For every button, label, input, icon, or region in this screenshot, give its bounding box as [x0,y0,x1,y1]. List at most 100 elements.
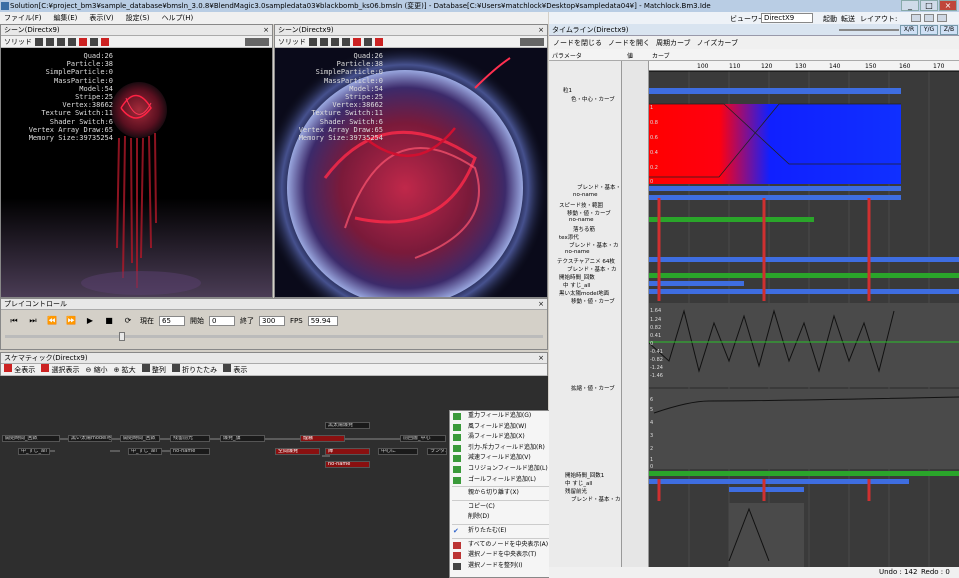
track-bar[interactable] [649,88,901,94]
time-slider[interactable] [5,335,543,338]
close-nodes-button[interactable]: ノードを閉じる [553,38,602,48]
film-icon[interactable] [90,37,98,46]
stop-icon[interactable]: ■ [102,315,116,327]
tree-item[interactable]: 粒1 [563,86,572,94]
schematic-node[interactable]: 陣 [325,448,370,455]
noise-curve-button[interactable]: ノイズカーブ [697,38,738,48]
fps-select[interactable]: 59.94 [307,316,338,326]
show-all-button[interactable]: 全表示 [4,364,35,375]
schematic-node[interactable]: 中_すじ_all [18,448,50,455]
layout-button-3[interactable] [937,14,947,22]
open-nodes-button[interactable]: ノードを開く [608,38,650,48]
tree-item[interactable]: 落ちる筋 [573,225,595,233]
step-forward-icon[interactable]: ⏩ [64,315,78,327]
tree-item[interactable]: 移動・値・カーブ [567,209,611,217]
track-bar[interactable] [649,289,959,294]
loop-icon[interactable]: ⟳ [121,315,135,327]
tree-item[interactable]: ブレンド・基本・カ [569,241,619,249]
grid-icon[interactable] [35,37,43,46]
record-icon[interactable] [79,37,87,46]
start-frame-input[interactable]: 0 [209,316,235,326]
color-icon[interactable] [101,37,109,46]
layout-button-2[interactable] [924,14,934,22]
menu-edit[interactable]: 編集(E) [54,13,78,23]
tree-item[interactable]: no-name [573,192,598,198]
minimize-button[interactable]: _ [901,0,919,11]
schematic-node[interactable]: 中_すじ_all [128,448,162,455]
timeline-graph[interactable]: 100 110 120 130 140 150 160 170 1 0.8 0.… [649,61,959,567]
render-mode-select[interactable]: ソリッド [278,37,306,47]
menu-help[interactable]: ヘルプ(H) [162,13,194,23]
render-mode-select[interactable]: ソリッド [4,37,32,47]
color-curve[interactable] [649,104,901,184]
zb-button[interactable]: Z/B [940,25,958,35]
start-button[interactable]: 起動 [823,14,837,24]
clock-icon[interactable] [342,37,350,46]
tree-item[interactable]: 拡縮・値・カーブ [571,384,615,392]
schematic-node[interactable]: ランダム [427,448,447,455]
tree-item[interactable]: ブレンド・基本・カ [567,265,617,273]
close-icon[interactable]: × [263,25,269,36]
yg-button[interactable]: Y/G [920,25,938,35]
schematic-node[interactable]: 黒い太陽model地面 [68,435,112,442]
schematic-node[interactable]: 開始時間_回数 [120,435,160,442]
menu-settings[interactable]: 設定(S) [126,13,150,23]
last-frame-icon[interactable]: ⏭ [26,315,40,327]
bg-color-select[interactable] [245,37,269,46]
tree-item[interactable]: no-name [569,217,594,223]
viewport-right[interactable]: Quad:26 Particle:38 SimpleParticle:0 Mas… [275,48,547,297]
schematic-node[interactable]: 黒太陽爆発 [325,422,370,429]
tree-item[interactable]: 開始時間_回数 [559,273,595,281]
tree-item[interactable]: 移動・値・カーブ [571,297,615,305]
menu-view[interactable]: 表示(V) [89,13,113,23]
schematic-node[interactable]: 残留前光 [170,435,210,442]
light-icon[interactable] [57,37,65,46]
schematic-node[interactable]: 爆発_旗 [220,435,265,442]
viewport-left[interactable]: Quad:26 Particle:38 SimpleParticle:0 Mas… [1,48,272,297]
zoom-out-button[interactable]: ⊖ 縮小 [85,365,107,375]
tree-item[interactable]: 黒い太陽model地面 [559,289,609,297]
camera-icon[interactable] [46,37,54,46]
current-frame-input[interactable]: 65 [159,316,185,326]
color-icon[interactable] [375,37,383,46]
record-icon[interactable] [353,37,361,46]
xr-button[interactable]: X/R [900,25,918,35]
zoom-in-button[interactable]: ⊕ 拡大 [114,365,136,375]
tree-item[interactable]: スピード技・範囲 [559,201,603,209]
track-bar[interactable] [649,273,959,278]
first-frame-icon[interactable]: ⏮ [7,315,21,327]
tree-item[interactable]: 開始時間_回数1 [565,471,604,479]
align-button[interactable]: 整列 [141,364,166,375]
param-tree[interactable]: 粒1 色・中心・カーブ ブレンド・基本・ no-name スピード技・範囲 移動… [549,61,622,567]
tree-item[interactable]: tex添代 [559,233,579,241]
close-icon[interactable]: × [538,299,544,310]
maximize-button[interactable]: □ [920,0,938,11]
tree-item[interactable]: 中 すじ_all [563,281,590,289]
menu-file[interactable]: ファイル(F) [4,13,42,23]
layout-button-1[interactable] [911,14,921,22]
schematic-node[interactable]: no-name [170,448,210,455]
schematic-node[interactable]: 煙霧 [300,435,345,442]
tree-item[interactable]: 残留前光 [565,487,587,495]
tree-item[interactable]: テクスチャアニメ 64枚 [557,257,615,265]
transfer-button[interactable]: 転送 [841,14,855,24]
schematic-node[interactable]: 空間爆発 [275,448,320,455]
tree-item[interactable]: ブレンド・基本・カーブ [571,495,621,503]
track-bar[interactable] [649,186,901,191]
tree-item[interactable]: 色・中心・カーブ [571,95,615,103]
show-selected-button[interactable]: 選択表示 [41,364,79,375]
tree-item[interactable]: ブレンド・基本・ [577,183,621,191]
close-button[interactable]: × [939,0,957,11]
bg-color-select[interactable] [520,37,544,46]
renderer-select[interactable]: DirectX9 [761,13,813,23]
light-icon[interactable] [331,37,339,46]
schematic-node[interactable]: 開始時間_回数 [2,435,60,442]
display-button[interactable]: 表示 [223,364,247,375]
time-slider-thumb[interactable] [119,332,125,341]
end-frame-input[interactable]: 300 [259,316,285,326]
step-back-icon[interactable]: ⏪ [45,315,59,327]
collapse-button[interactable]: 折りたたみ [171,364,217,375]
track-bar[interactable] [729,487,804,492]
tree-item[interactable]: no-name [565,249,590,255]
tree-item[interactable]: 中 すじ_all [565,479,592,487]
